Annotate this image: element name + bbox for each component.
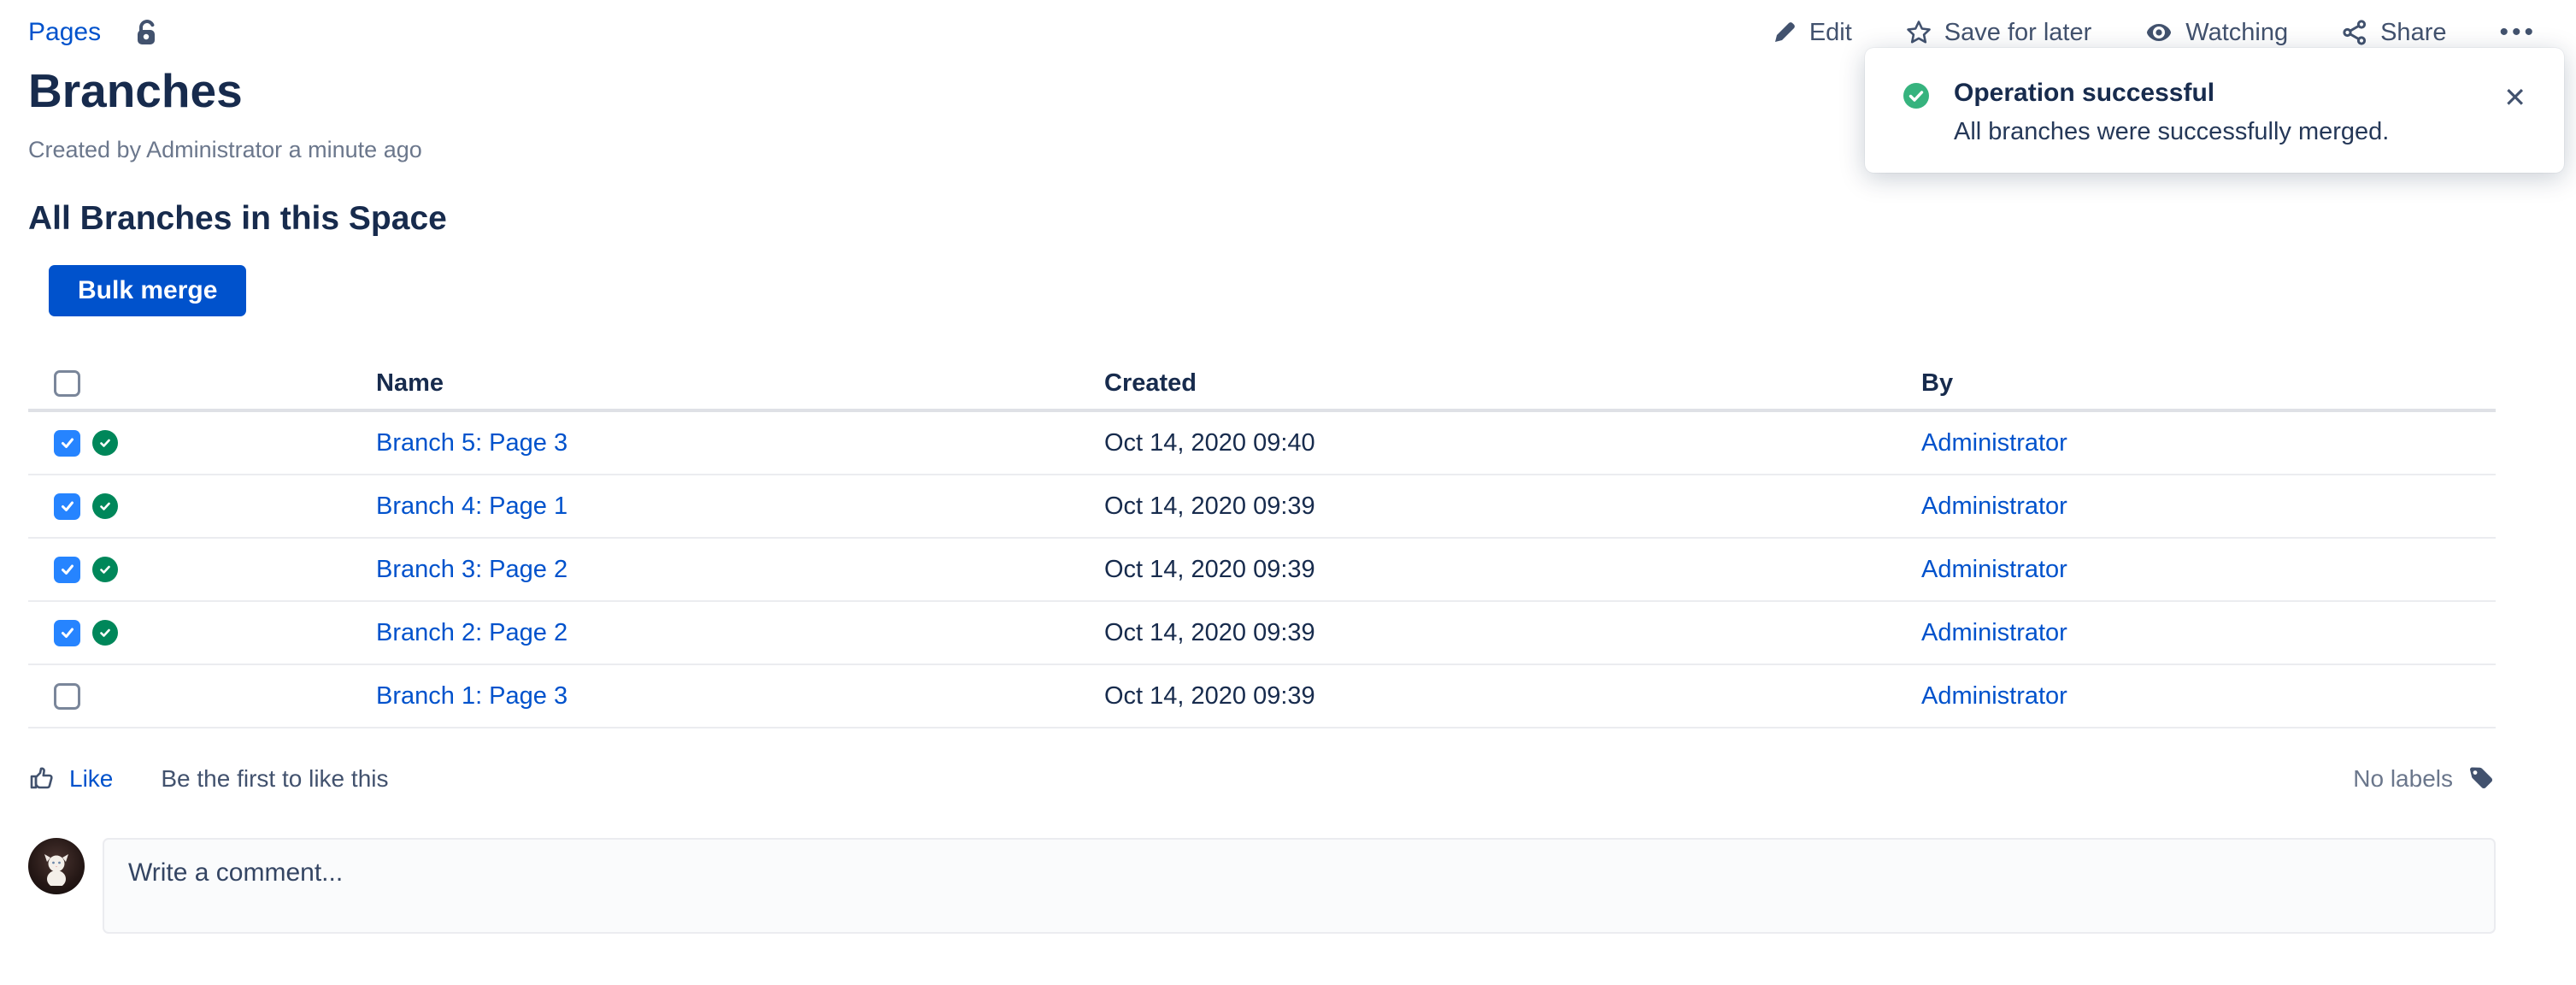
success-toast: Operation successful All branches were s… [1865, 48, 2564, 173]
row-checkbox[interactable] [54, 493, 80, 520]
table-row: Branch 4: Page 1 Oct 14, 2020 09:39 Admi… [28, 475, 2496, 538]
section-heading: All Branches in this Space [28, 200, 447, 238]
branches-table: Name Created By Branch 5: Page 3 Oct 14,… [28, 357, 2496, 728]
branch-author-link[interactable]: Administrator [1921, 619, 2067, 646]
branch-name-link[interactable]: Branch 3: Page 2 [376, 556, 568, 583]
merged-check-icon [92, 430, 118, 456]
branch-name-link[interactable]: Branch 5: Page 3 [376, 429, 568, 457]
page-byline: Created by Administrator a minute ago [28, 137, 422, 163]
watching-button[interactable]: Watching [2144, 18, 2288, 47]
row-checkbox[interactable] [54, 430, 80, 457]
merged-check-icon [92, 620, 118, 646]
pencil-icon [1772, 20, 1797, 45]
save-for-later-button[interactable]: Save for later [1905, 19, 2091, 47]
success-check-icon [1903, 82, 1930, 114]
breadcrumb: Pages [28, 17, 161, 48]
row-checkbox[interactable] [54, 557, 80, 583]
comment-section: Write a comment... [28, 838, 2496, 934]
no-labels-text: No labels [2353, 765, 2453, 793]
table-header-row: Name Created By [28, 357, 2496, 410]
column-header-by: By [1921, 357, 2496, 410]
table-row: Branch 5: Page 3 Oct 14, 2020 09:40 Admi… [28, 410, 2496, 475]
row-checkbox[interactable] [54, 620, 80, 646]
thumbs-up-icon[interactable] [28, 765, 56, 793]
table-row: Branch 3: Page 2 Oct 14, 2020 09:39 Admi… [28, 538, 2496, 601]
branch-created-date: Oct 14, 2020 09:39 [1104, 601, 1921, 664]
select-all-checkbox[interactable] [54, 370, 80, 397]
like-button[interactable]: Like [69, 765, 113, 793]
edit-button[interactable]: Edit [1772, 19, 1852, 47]
eye-icon [2144, 18, 2173, 47]
toast-title: Operation successful [1954, 79, 2500, 108]
table-row: Branch 2: Page 2 Oct 14, 2020 09:39 Admi… [28, 601, 2496, 664]
branch-created-date: Oct 14, 2020 09:39 [1104, 475, 1921, 538]
column-header-created: Created [1104, 357, 1921, 410]
branch-name-link[interactable]: Branch 1: Page 3 [376, 682, 568, 710]
merged-check-icon [92, 493, 118, 519]
more-actions-button[interactable]: ••• [2499, 18, 2537, 47]
column-header-name: Name [376, 357, 1104, 410]
branch-author-link[interactable]: Administrator [1921, 492, 2067, 520]
branch-created-date: Oct 14, 2020 09:40 [1104, 410, 1921, 475]
unlocked-icon[interactable] [130, 17, 161, 48]
share-icon [2341, 19, 2368, 46]
page-actions: Edit Save for later Watching [1772, 18, 2537, 47]
user-avatar[interactable] [28, 838, 85, 894]
branch-author-link[interactable]: Administrator [1921, 556, 2067, 583]
close-icon[interactable]: ✕ [2500, 80, 2530, 115]
bulk-merge-button[interactable]: Bulk merge [49, 265, 246, 316]
branch-author-link[interactable]: Administrator [1921, 682, 2067, 710]
branch-created-date: Oct 14, 2020 09:39 [1104, 538, 1921, 601]
table-row: Branch 1: Page 3 Oct 14, 2020 09:39 Admi… [28, 664, 2496, 728]
label-tag-icon[interactable] [2467, 764, 2496, 793]
merged-check-icon [92, 557, 118, 582]
share-button[interactable]: Share [2341, 19, 2446, 47]
branch-author-link[interactable]: Administrator [1921, 429, 2067, 457]
comment-input[interactable]: Write a comment... [103, 838, 2496, 934]
page-title: Branches [28, 63, 243, 118]
like-hint-text: Be the first to like this [161, 765, 388, 793]
branch-name-link[interactable]: Branch 2: Page 2 [376, 619, 568, 646]
star-icon [1905, 19, 1932, 46]
branch-created-date: Oct 14, 2020 09:39 [1104, 664, 1921, 728]
toast-message: All branches were successfully merged. [1954, 118, 2500, 146]
page-footer: Like Be the first to like this No labels [28, 758, 2496, 800]
branch-name-link[interactable]: Branch 4: Page 1 [376, 492, 568, 520]
row-checkbox[interactable] [54, 683, 80, 710]
breadcrumb-pages-link[interactable]: Pages [28, 18, 101, 47]
